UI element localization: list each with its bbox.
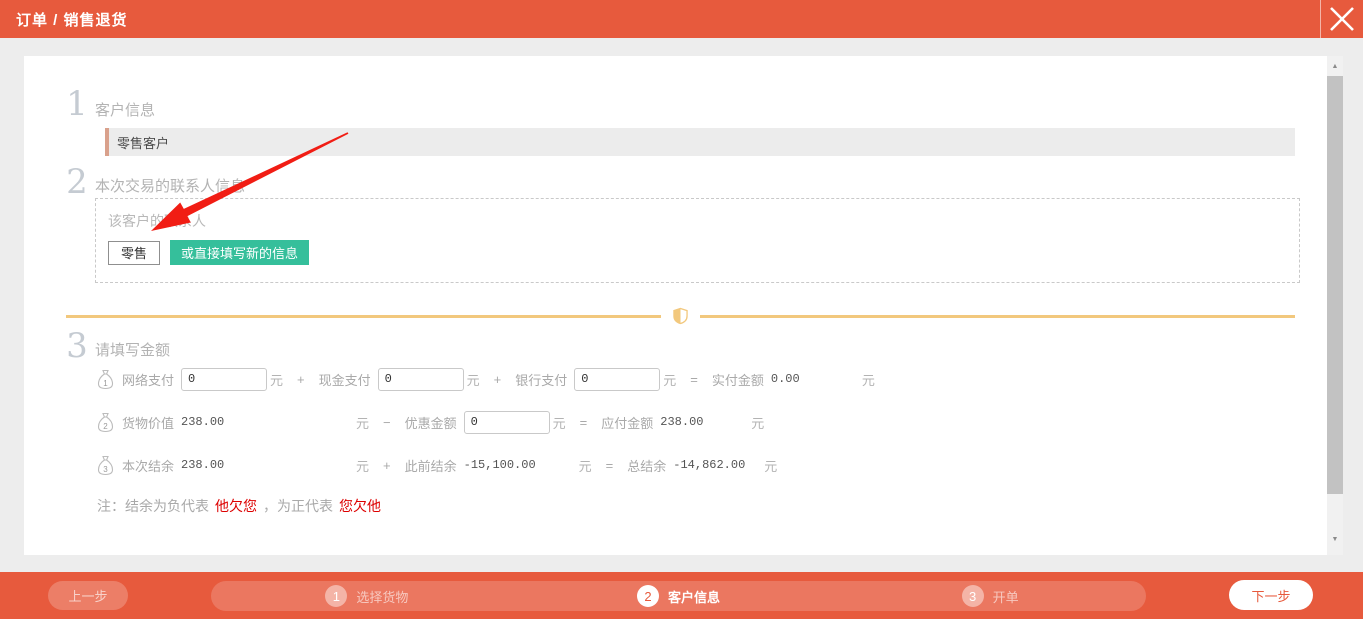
section1-number: 1 — [62, 86, 92, 122]
next-step-button[interactable]: 下一步 — [1229, 580, 1313, 610]
online-pay-input[interactable] — [181, 368, 267, 391]
scroll-down-icon[interactable]: ▼ — [1327, 531, 1343, 547]
equals-operator: = — [690, 372, 698, 387]
step2-circle: 2 — [637, 585, 659, 607]
total-balance-value: -14,862.00 — [673, 458, 761, 472]
equals-operator: = — [580, 415, 588, 430]
cash-pay-label: 现金支付 — [319, 370, 371, 389]
step1-circle: 1 — [325, 585, 347, 607]
step-customer-info[interactable]: 2 客户信息 — [523, 585, 835, 607]
step-billing[interactable]: 3 开单 — [834, 585, 1146, 607]
step1-label: 选择货物 — [356, 587, 408, 606]
current-balance-value: 238.00 — [181, 458, 353, 472]
section3-title: 请填写金额 — [95, 339, 170, 360]
step-indicator-bar: 1 选择货物 2 客户信息 3 开单 — [211, 581, 1146, 611]
new-contact-button[interactable]: 或直接填写新的信息 — [170, 240, 309, 265]
unit-label: 元 — [579, 456, 592, 475]
contact-hint: 该客户的联系人 — [108, 211, 1299, 231]
unit-label: 元 — [356, 456, 369, 475]
plus-operator: + — [297, 372, 305, 387]
wizard-footer: 上一步 1 选择货物 2 客户信息 3 开单 下一步 — [0, 572, 1363, 619]
unit-label: 元 — [663, 370, 676, 389]
scroll-up-icon[interactable]: ▲ — [1327, 58, 1343, 74]
section3-number: 3 — [62, 328, 92, 364]
online-pay-label: 网络支付 — [122, 370, 174, 389]
svg-text:1: 1 — [103, 379, 108, 388]
bank-pay-label: 银行支付 — [515, 370, 567, 389]
total-balance-label: 总结余 — [627, 456, 666, 475]
plus-operator: + — [383, 458, 391, 473]
payable-label: 应付金额 — [601, 413, 653, 432]
bank-pay-input[interactable] — [574, 368, 660, 391]
moneybag-2-icon: 2 — [97, 412, 114, 433]
payable-value: 238.00 — [660, 415, 748, 429]
previous-balance-label: 此前结余 — [405, 456, 457, 475]
minus-operator: − — [383, 415, 391, 430]
equals-operator: = — [606, 458, 614, 473]
goods-value-label: 货物价值 — [122, 413, 174, 432]
note-prefix: 注：结余为负代表 — [97, 498, 209, 514]
close-button[interactable] — [1320, 0, 1363, 38]
step2-label: 客户信息 — [668, 587, 720, 606]
unit-label: 元 — [467, 370, 480, 389]
unit-label: 元 — [356, 413, 369, 432]
payment-row: 1 网络支付 元 + 现金支付 元 + 银行支付 元 = 实付金额 0.00 元 — [97, 366, 875, 392]
unit-label: 元 — [553, 413, 566, 432]
discount-label: 优惠金额 — [405, 413, 457, 432]
contact-selection-box: 该客户的联系人 零售 或直接填写新的信息 — [95, 198, 1300, 283]
balance-note: 注：结余为负代表他欠您 ，为正代表您欠他 — [97, 496, 387, 516]
section2-number: 2 — [62, 164, 92, 200]
current-balance-label: 本次结余 — [122, 456, 174, 475]
plus-operator: + — [494, 372, 502, 387]
scrollbar-thumb[interactable] — [1327, 76, 1343, 494]
moneybag-3-icon: 3 — [97, 455, 114, 476]
svg-text:3: 3 — [103, 465, 108, 474]
goods-value: 238.00 — [181, 415, 353, 429]
unit-label: 元 — [862, 370, 875, 389]
balance-row: 3 本次结余 238.00 元 + 此前结余 -15,100.00 元 = 总结… — [97, 452, 777, 478]
note-you-owe-him: 您欠他 — [339, 498, 381, 514]
prev-step-button[interactable]: 上一步 — [48, 581, 128, 610]
moneybag-1-icon: 1 — [97, 369, 114, 390]
discount-input[interactable] — [464, 411, 550, 434]
goods-value-row: 2 货物价值 238.00 元 − 优惠金额 元 = 应付金额 238.00 元 — [97, 409, 764, 435]
unit-label: 元 — [270, 370, 283, 389]
contact-name-button[interactable]: 零售 — [108, 241, 160, 265]
customer-value: 零售客户 — [117, 133, 169, 152]
note-he-owes-you: 他欠您 — [215, 498, 257, 514]
breadcrumb: 订单 / 销售退货 — [16, 9, 128, 30]
section-divider — [66, 307, 1295, 325]
wizard-panel: 1 客户信息 零售客户 2 本次交易的联系人信息 该客户的联系人 零售 或直接填… — [24, 56, 1327, 555]
section2-title: 本次交易的联系人信息 — [95, 175, 245, 196]
unit-label: 元 — [751, 413, 764, 432]
unit-label: 元 — [764, 456, 777, 475]
previous-balance-value: -15,100.00 — [464, 458, 576, 472]
note-middle: ，为正代表 — [263, 498, 333, 514]
cash-pay-input[interactable] — [378, 368, 464, 391]
step3-circle: 3 — [962, 585, 984, 607]
customer-field[interactable]: 零售客户 — [105, 128, 1295, 156]
window-titlebar: 订单 / 销售退货 — [0, 0, 1363, 38]
close-icon — [1328, 5, 1356, 33]
step-select-goods[interactable]: 1 选择货物 — [211, 585, 523, 607]
step3-label: 开单 — [993, 587, 1019, 606]
svg-text:2: 2 — [103, 422, 108, 431]
vertical-scrollbar[interactable]: ▲ ▼ — [1327, 56, 1343, 555]
shield-icon — [673, 307, 688, 325]
section1-title: 客户信息 — [95, 99, 155, 120]
actual-paid-label: 实付金额 — [712, 370, 764, 389]
actual-paid-value: 0.00 — [771, 372, 859, 386]
